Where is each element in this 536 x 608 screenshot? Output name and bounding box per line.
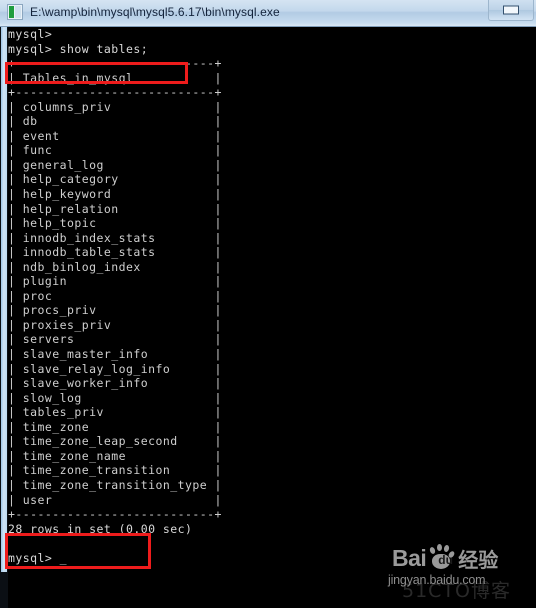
- terminal-line: | columns_priv |: [8, 99, 222, 114]
- vertical-scrollbar[interactable]: [0, 27, 8, 608]
- terminal-output: mysql> mysql> show tables; +--------------…: [8, 27, 536, 565]
- terminal-line: | help_relation |: [8, 201, 222, 216]
- console-surface[interactable]: mysql> mysql> show tables; +--------------…: [0, 27, 536, 608]
- terminal-line: mysql> show tables;: [8, 41, 149, 56]
- terminal-line: | help_topic |: [8, 216, 222, 231]
- terminal-line: | servers |: [8, 332, 222, 347]
- window-titlebar[interactable]: E:\wamp\bin\mysql\mysql5.6.17\bin\mysql.…: [0, 0, 536, 27]
- terminal-line: | proc |: [8, 288, 222, 303]
- terminal-line: | time_zone_transition_type |: [8, 477, 222, 492]
- scrollbar-thumb[interactable]: [1, 27, 7, 572]
- terminal-line: | func |: [8, 143, 222, 158]
- terminal-line: | tables_priv |: [8, 405, 222, 420]
- terminal-line: | time_zone_transition |: [8, 463, 222, 478]
- terminal-line: | slow_log |: [8, 390, 222, 405]
- terminal-line: | Tables_in_mysql |: [8, 70, 222, 85]
- terminal-line: | time_zone |: [8, 419, 222, 434]
- terminal-line: | time_zone_name |: [8, 448, 222, 463]
- terminal-line: | time_zone_leap_second |: [8, 434, 222, 449]
- cto-overlay-text: 51CTO博客: [402, 580, 512, 602]
- baidu-url-text: jingyan.baidu.com: [388, 573, 486, 587]
- terminal-line: | innodb_index_stats |: [8, 230, 222, 245]
- terminal-line: | db |: [8, 114, 222, 129]
- terminal-line: | general_log |: [8, 157, 222, 172]
- terminal-line: mysql>: [8, 27, 53, 41]
- terminal-line: | user |: [8, 492, 222, 507]
- terminal-line: | help_keyword |: [8, 187, 222, 202]
- terminal-line: | innodb_table_stats |: [8, 245, 222, 260]
- terminal-line: | help_category |: [8, 172, 222, 187]
- terminal-line: | slave_worker_info |: [8, 376, 222, 391]
- terminal-line: | slave_relay_log_info |: [8, 361, 222, 376]
- terminal-line: mysql> _: [8, 550, 67, 565]
- minimize-button[interactable]: [488, 0, 534, 21]
- window-title: E:\wamp\bin\mysql\mysql5.6.17\bin\mysql.…: [30, 5, 280, 19]
- mysql-console-window: E:\wamp\bin\mysql\mysql5.6.17\bin\mysql.…: [0, 0, 536, 608]
- console-app-icon: [7, 4, 23, 20]
- window-controls[interactable]: [488, 0, 534, 21]
- terminal-line: | slave_master_info |: [8, 347, 222, 362]
- terminal-line: | ndb_binlog_index |: [8, 259, 222, 274]
- titlebar-left-group: E:\wamp\bin\mysql\mysql5.6.17\bin\mysql.…: [7, 4, 280, 20]
- minimize-icon: [503, 5, 519, 15]
- terminal-line: 28 rows in set (0.00 sec): [8, 521, 193, 536]
- terminal-line: +---------------------------+: [8, 85, 222, 100]
- terminal-line: | proxies_priv |: [8, 317, 222, 332]
- terminal-line: +---------------------------+: [8, 507, 222, 522]
- terminal-line: | plugin |: [8, 274, 222, 289]
- terminal-line: | procs_priv |: [8, 303, 222, 318]
- terminal-line: | event |: [8, 128, 222, 143]
- terminal-line: +---------------------------+: [8, 56, 222, 71]
